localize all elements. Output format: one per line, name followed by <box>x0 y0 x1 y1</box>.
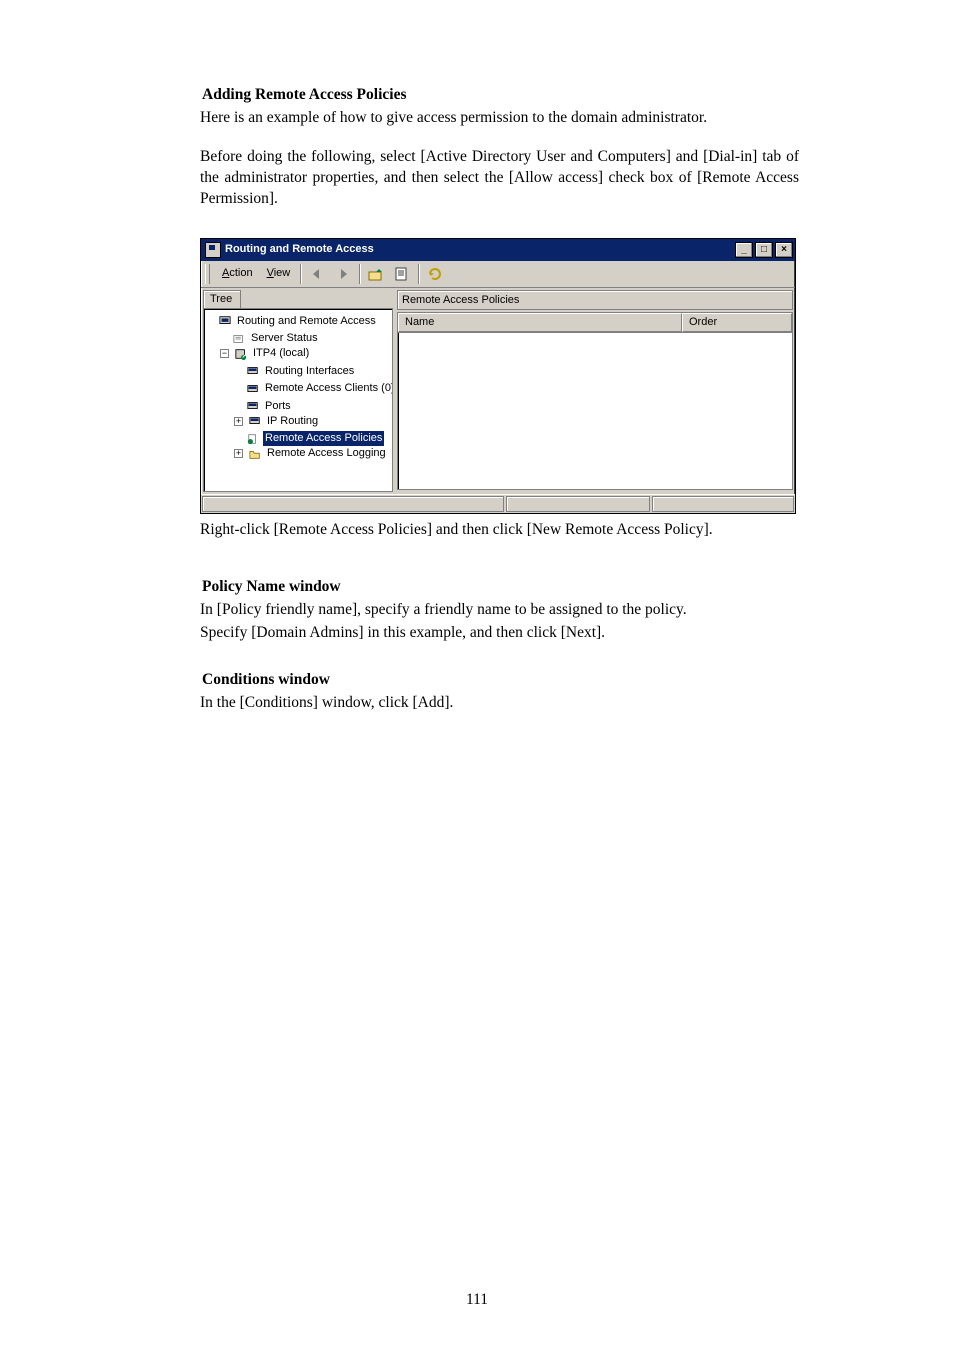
server-icon <box>234 348 248 360</box>
caption-right-click: Right-click [Remote Access Policies] and… <box>200 520 799 541</box>
up-button[interactable] <box>364 263 388 285</box>
tree-view[interactable]: Routing and Remote Access Server Status <box>206 311 390 461</box>
folder-up-icon <box>368 266 384 282</box>
para-before: Before doing the following, select [Acti… <box>200 147 799 210</box>
list-view[interactable]: Name Order <box>397 312 793 490</box>
window-title: Routing and Remote Access <box>225 242 374 257</box>
heading-adding-remote-access-policies: Adding Remote Access Policies <box>202 85 799 106</box>
tree-ports[interactable]: Ports <box>263 399 293 414</box>
arrow-left-icon <box>309 266 325 282</box>
console-root-icon <box>218 315 232 327</box>
tree-routing-interfaces[interactable]: Routing Interfaces <box>263 364 356 379</box>
tree-host[interactable]: ITP4 (local) <box>251 346 311 361</box>
screenshot-rras-window: Routing and Remote Access _ □ × Action V… <box>200 238 796 515</box>
policies-icon <box>246 433 260 445</box>
forward-button[interactable] <box>331 263 355 285</box>
para-domain-admins: Specify [Domain Admins] in this example,… <box>200 623 799 644</box>
tree-server-status[interactable]: Server Status <box>249 331 320 346</box>
refresh-icon <box>427 266 443 282</box>
toolbar-separator-icon <box>359 264 360 284</box>
close-button[interactable]: × <box>775 242 793 258</box>
tree-tab[interactable]: Tree <box>203 290 241 309</box>
minimize-button[interactable]: _ <box>735 242 753 258</box>
tree-ra-policies[interactable]: Remote Access Policies <box>263 431 384 446</box>
status-bar <box>201 494 795 513</box>
expander-plus-icon[interactable]: + <box>234 449 243 458</box>
tree-root[interactable]: Routing and Remote Access <box>235 314 378 329</box>
toolbar-separator-icon <box>300 264 301 284</box>
expander-minus-icon[interactable]: − <box>220 349 229 358</box>
toolbar-separator-icon <box>418 264 419 284</box>
para-intro: Here is an example of how to give access… <box>200 108 799 129</box>
maximize-button[interactable]: □ <box>755 242 773 258</box>
arrow-right-icon <box>335 266 351 282</box>
folder-icon <box>248 448 262 460</box>
para-conditions-add: In the [Conditions] window, click [Add]. <box>200 693 799 714</box>
column-header-order[interactable]: Order <box>682 313 792 332</box>
titlebar[interactable]: Routing and Remote Access _ □ × <box>201 239 795 261</box>
expander-plus-icon[interactable]: + <box>234 417 243 426</box>
tree-ra-clients[interactable]: Remote Access Clients (0) <box>263 381 393 396</box>
tree-ra-logging[interactable]: Remote Access Logging <box>265 446 388 461</box>
properties-button[interactable] <box>390 263 414 285</box>
server-status-icon <box>232 333 246 345</box>
menu-action[interactable]: Action <box>216 264 259 283</box>
toolbar-grip-icon <box>205 264 210 284</box>
ip-routing-icon <box>248 415 262 427</box>
interfaces-icon <box>246 365 260 377</box>
right-pane-header: Remote Access Policies <box>397 290 793 311</box>
column-header-name[interactable]: Name <box>398 313 682 332</box>
heading-policy-name-window: Policy Name window <box>202 577 799 598</box>
properties-icon <box>394 266 410 282</box>
refresh-button[interactable] <box>423 263 447 285</box>
back-button[interactable] <box>305 263 329 285</box>
ports-icon <box>246 400 260 412</box>
menu-view[interactable]: View <box>261 264 297 283</box>
tree-ip-routing[interactable]: IP Routing <box>265 414 320 429</box>
app-icon <box>205 242 221 258</box>
menubar: Action View <box>201 261 795 288</box>
heading-conditions-window: Conditions window <box>202 670 799 691</box>
page-number: 111 <box>0 1290 954 1311</box>
para-policy-friendly-name: In [Policy friendly name], specify a fri… <box>200 600 799 621</box>
clients-icon <box>246 383 260 395</box>
